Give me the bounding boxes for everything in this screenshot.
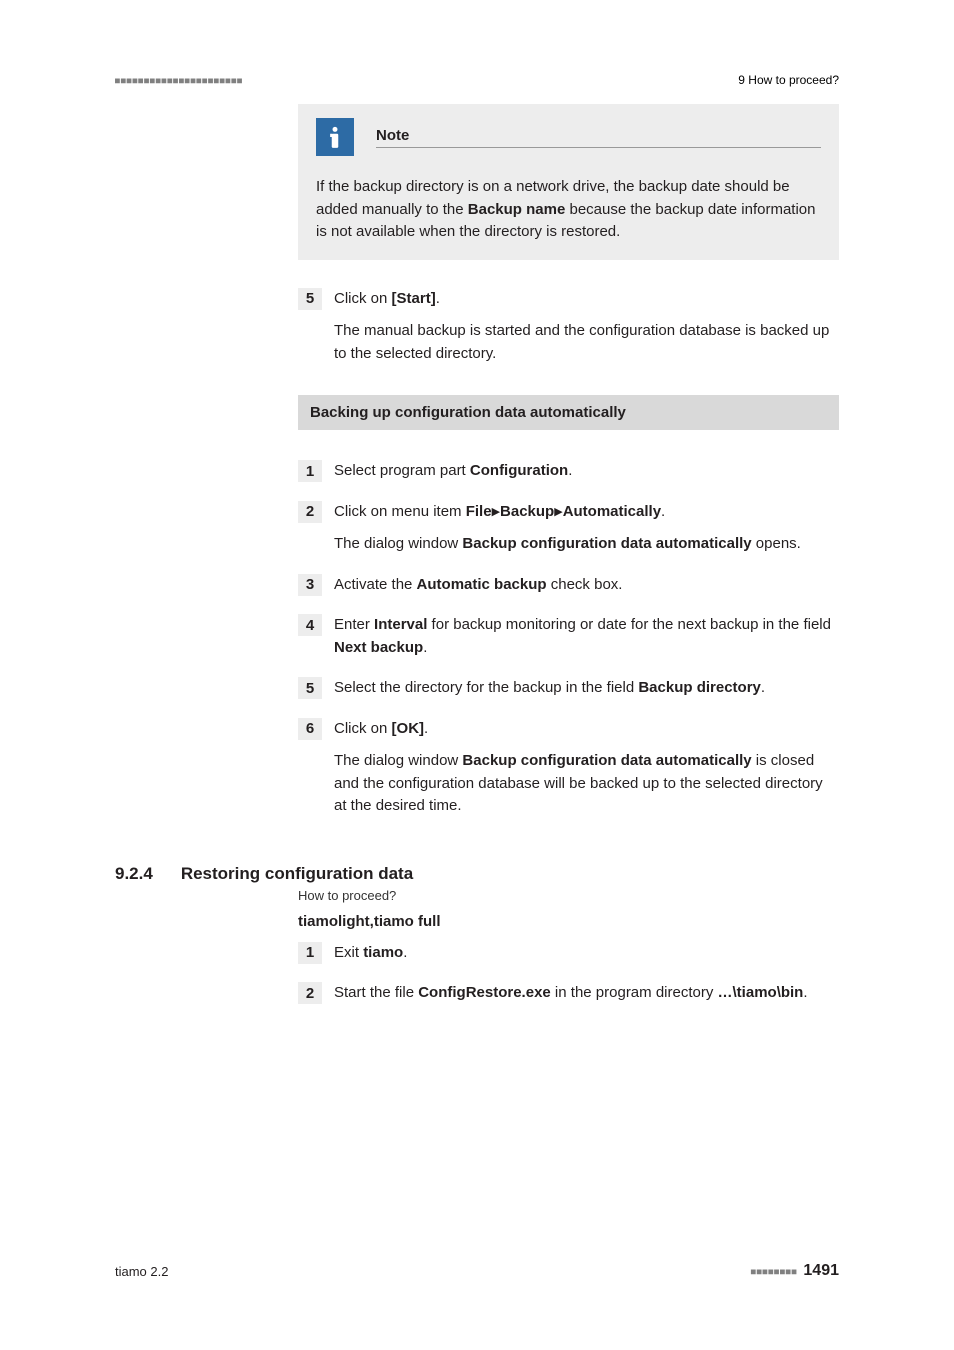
step-body: Enter Interval for backup monitoring or … [334,614,839,659]
auto-step: 4 Enter Interval for backup monitoring or… [298,614,839,659]
auto-step: 2 Click on menu item File▶Backup▶Automati… [298,501,839,556]
note-body: If the backup directory is on a network … [316,176,821,244]
manual-step-5: 5 Click on [Start]. The manual backup is… [298,288,839,366]
step-number: 1 [298,942,322,964]
step-number: 1 [298,460,322,482]
header-chapter-label: 9 How to proceed? [738,73,839,87]
note-title: Note [376,127,821,148]
step-body: Click on [OK].The dialog window Backup c… [334,718,839,818]
note-box: Note If the backup directory is on a net… [298,104,839,260]
step-body: Click on menu item File▶Backup▶Automatic… [334,501,839,556]
breadcrumb: How to proceed? [298,888,839,903]
restore-step: 1 Exit tiamo. [298,942,839,965]
step-body: Activate the Automatic backup check box. [334,574,839,597]
step-number: 5 [298,677,322,699]
auto-step: 1 Select program part Configuration. [298,460,839,483]
edition-label: tiamolight,tiamo full [298,913,839,930]
footer-ticks: ■■■■■■■■ [751,1267,798,1276]
section-number: 9.2.4 [115,864,153,884]
step-number: 4 [298,614,322,636]
step-body: Start the file ConfigRestore.exe in the … [334,982,839,1005]
step-number: 2 [298,501,322,523]
section-title: Restoring configuration data [181,864,413,884]
auto-step: 3 Activate the Automatic backup check box… [298,574,839,597]
page-number: 1491 [803,1262,839,1280]
section-bar-auto-backup: Backing up configuration data automatica… [298,395,839,430]
restore-step: 2 Start the file ConfigRestore.exe in the… [298,982,839,1005]
step-number: 3 [298,574,322,596]
step-number: 5 [298,288,322,310]
step-number: 6 [298,718,322,740]
step-body: Select the directory for the backup in t… [334,677,839,700]
auto-step: 5 Select the directory for the backup in … [298,677,839,700]
footer-product: tiamo 2.2 [115,1264,168,1279]
info-icon [316,118,354,156]
section-heading-924: 9.2.4 Restoring configuration data [115,864,839,884]
header-ticks-left: ■■■■■■■■■■■■■■■■■■■■■■ [115,76,243,85]
step-body: Select program part Configuration. [334,460,839,483]
step-number: 2 [298,982,322,1004]
auto-step: 6 Click on [OK].The dialog window Backup … [298,718,839,818]
step-body: Exit tiamo. [334,942,839,965]
